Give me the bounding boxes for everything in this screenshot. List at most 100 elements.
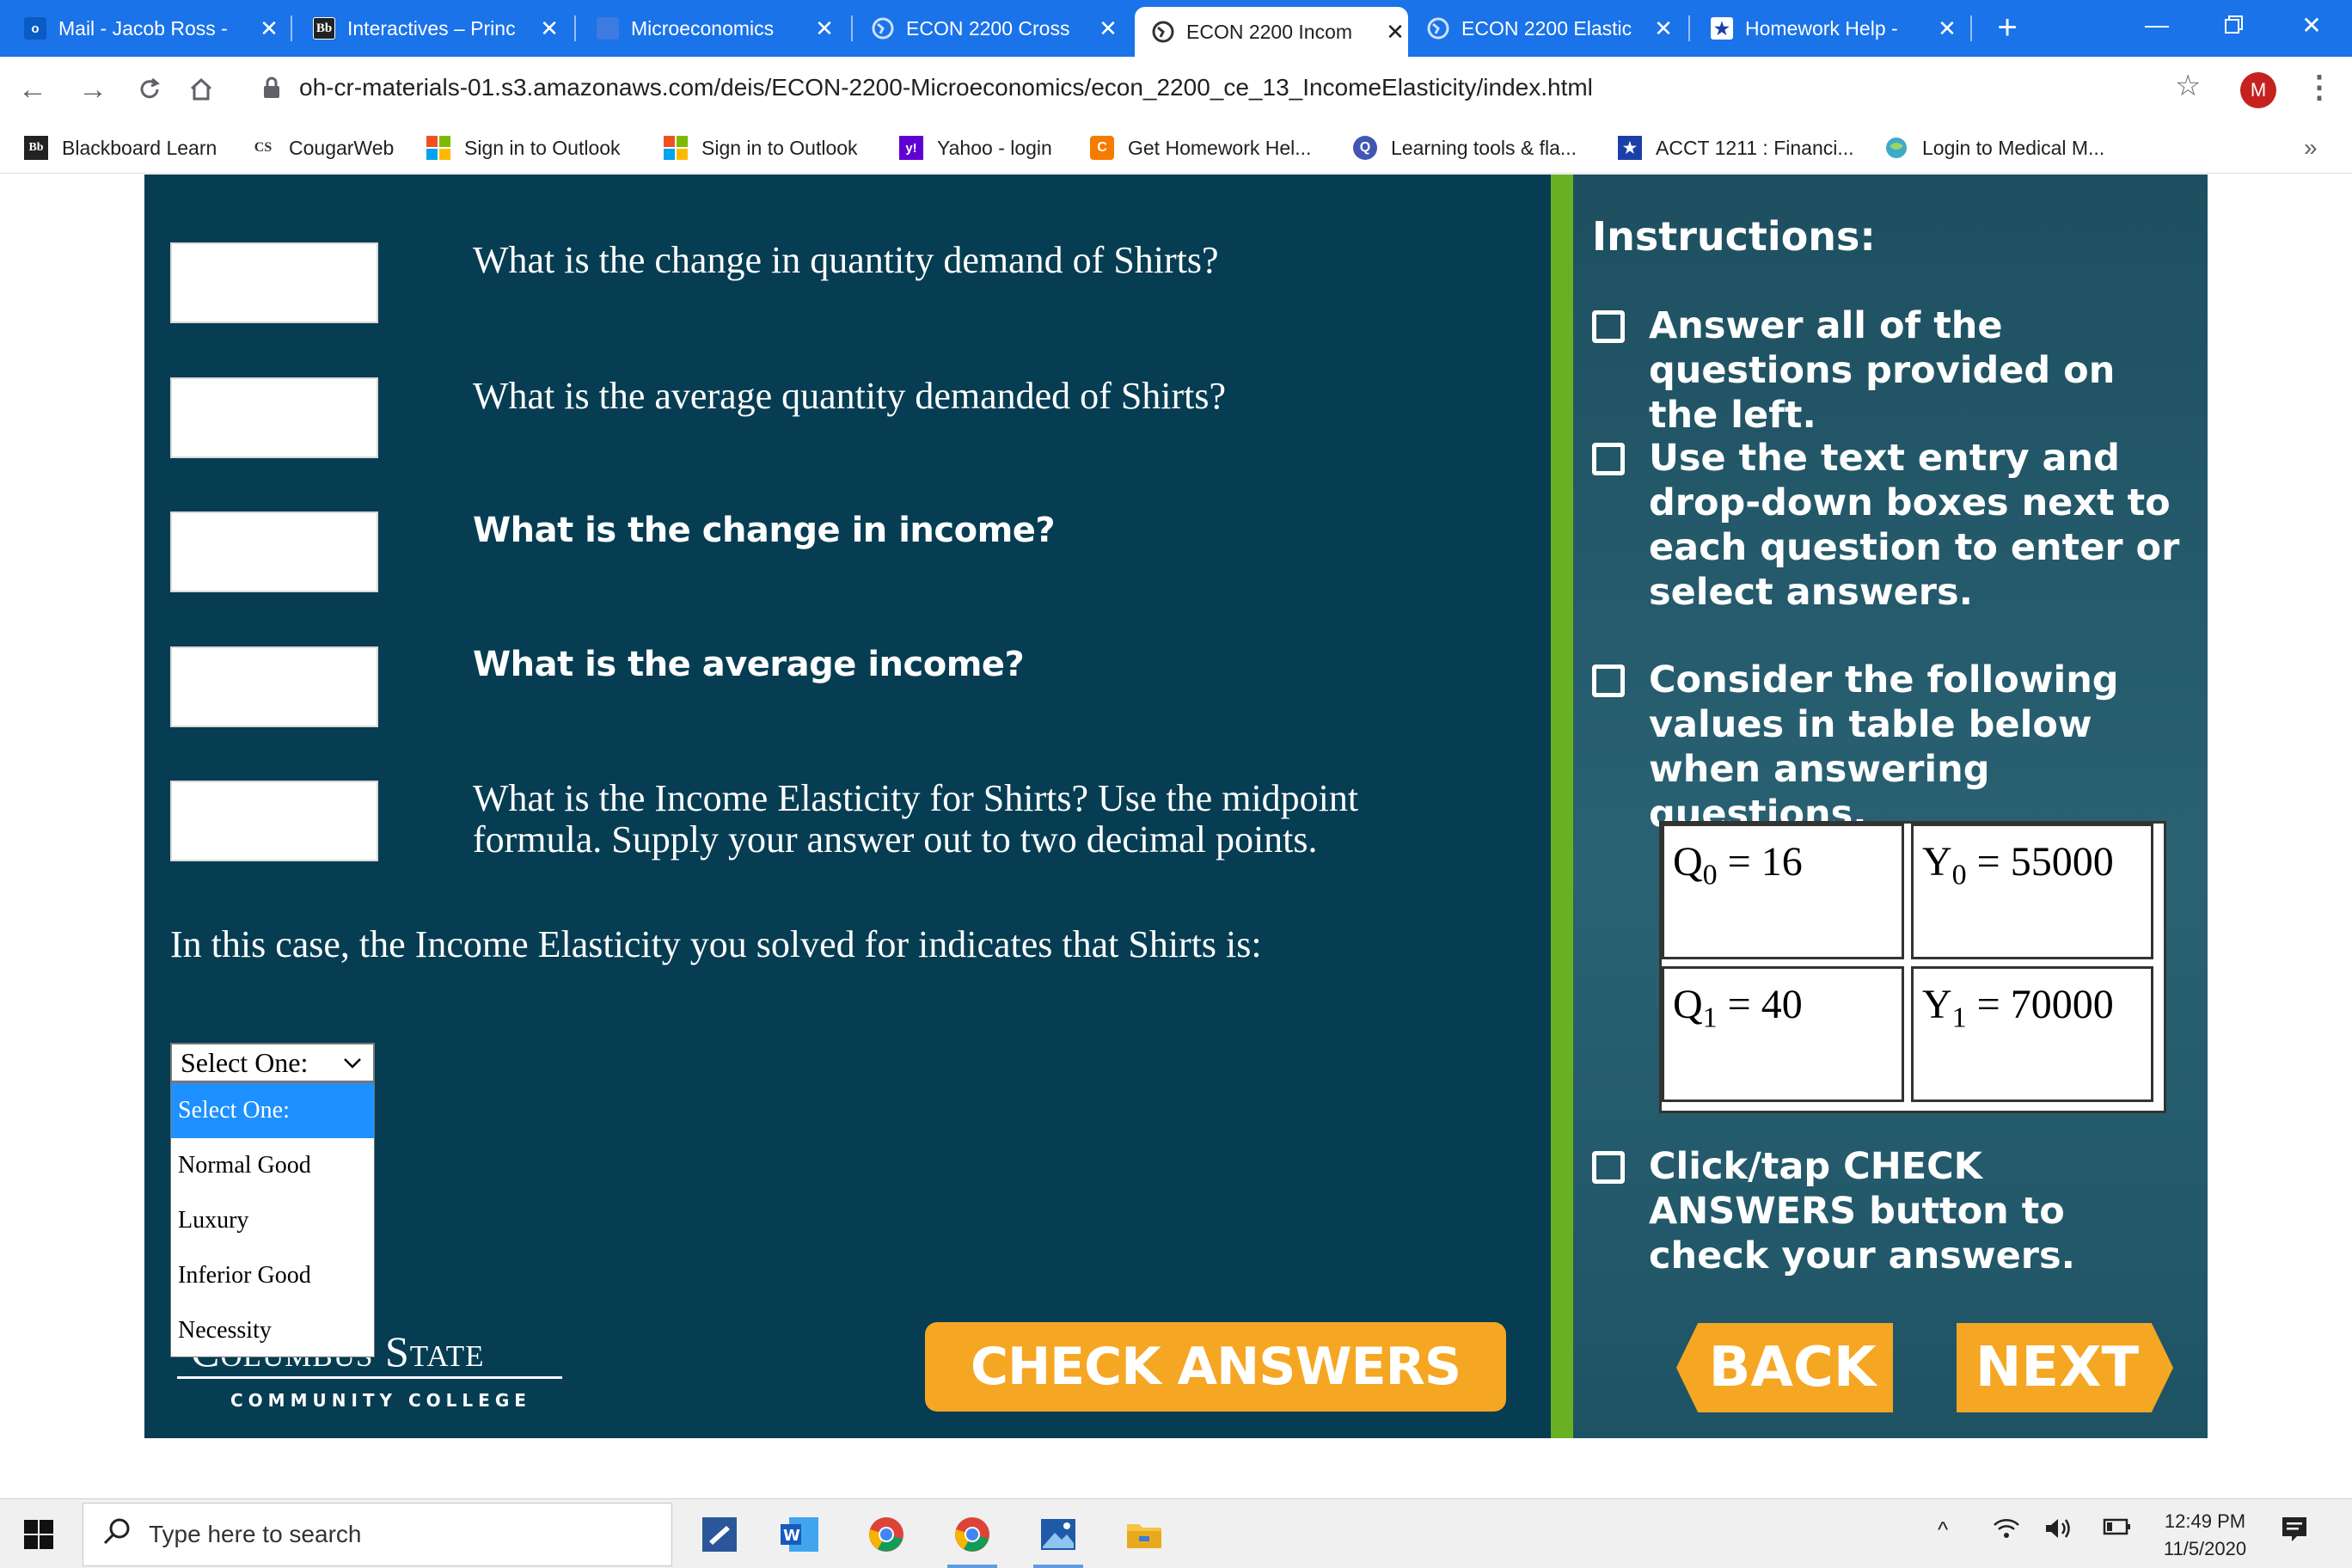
good-type-select[interactable]: Select One: [170,1043,375,1082]
instruction-text: Click/tap CHECK ANSWERS button to check … [1649,1145,2075,1277]
table-cell-y1: Y1 = 70000 [1911,966,2153,1102]
bookmark-outlook-2[interactable]: Sign in to Outlook [664,132,858,163]
tray-overflow-icon[interactable]: ^ [1938,1516,1948,1543]
taskbar-app-photos-icon[interactable] [1032,1508,1085,1568]
chevron-down-icon [340,1050,364,1075]
taskbar-app-chrome-icon[interactable] [860,1508,913,1561]
tab-interactives[interactable]: Bb Interactives – Princ ✕ [313,7,562,50]
answer-input-income-change[interactable] [170,511,378,592]
tab-separator [1688,15,1690,41]
tab-title: Microeconomics [631,16,775,40]
college-logo-subtitle: COMMUNITY COLLEGE [230,1390,531,1411]
question-average-quantity: What is the average quantity demanded of… [473,375,1227,417]
option-select-one[interactable]: Select One: [171,1083,374,1138]
page-icon [597,17,619,40]
taskbar-clock[interactable]: 12:49 PM 11/5/2020 [2149,1508,2261,1563]
close-icon[interactable]: ✕ [1382,19,1408,46]
bookmark-label: ACCT 1211 : Financi... [1656,136,1854,159]
bookmark-acct[interactable]: ★ ACCT 1211 : Financi... [1618,132,1854,163]
profile-avatar[interactable]: M [2240,72,2276,108]
answer-input-income-elasticity[interactable] [170,781,378,861]
taskbar-app-file-explorer-icon[interactable] [1118,1508,1171,1561]
tab-homework-help[interactable]: ★ Homework Help - ✕ [1711,7,1960,50]
taskbar-app-whiteboard-icon[interactable] [693,1508,746,1561]
bookmark-blackboard[interactable]: Bb Blackboard Learn [24,132,217,163]
close-icon[interactable]: ✕ [536,15,562,42]
taskbar-app-word-icon[interactable]: W [774,1508,827,1561]
notifications-icon[interactable] [2280,1515,2309,1550]
quizlet-icon: Q [1353,136,1377,160]
good-type-options: Select One: Normal Good Luxury Inferior … [170,1082,375,1357]
bookmark-homework-help[interactable]: C Get Homework Hel... [1090,132,1311,163]
close-icon[interactable]: ✕ [1934,15,1960,42]
wifi-icon[interactable] [1993,1516,2020,1547]
answer-input-average-quantity[interactable] [170,377,378,458]
option-normal-good[interactable]: Normal Good [171,1138,374,1193]
close-icon[interactable]: ✕ [256,15,282,42]
tab-econ-elastic[interactable]: ECON 2200 Elastic ✕ [1427,7,1676,50]
windows-start-icon[interactable] [24,1520,53,1549]
values-table: Q0 = 16 Y0 = 55000 Q1 = 40 Y1 = 70000 [1659,821,2166,1113]
star-icon: ★ [1711,17,1733,40]
tab-microeconomics[interactable]: Microeconomics ✕ [597,7,837,50]
lock-icon[interactable] [262,76,281,100]
bookmark-star-icon[interactable]: ☆ [2175,69,2201,103]
tab-separator [851,15,853,41]
tab-econ-income[interactable]: ECON 2200 Incom ✕ [1135,7,1408,57]
tab-title: ECON 2200 Elastic [1461,16,1632,40]
new-tab-icon[interactable]: + [1990,10,2024,45]
tab-title: ECON 2200 Incom [1186,20,1353,43]
table-cell-q1: Q1 = 40 [1662,966,1904,1102]
home-icon[interactable] [181,69,222,110]
select-value: Select One: [181,1046,309,1078]
panel-divider [1551,175,1573,1438]
forward-arrow-icon[interactable]: → [72,69,113,110]
answer-input-average-income[interactable] [170,646,378,727]
check-answers-button[interactable]: CHECK ANSWERS [925,1322,1506,1412]
taskbar-search[interactable]: Type here to search [83,1503,672,1566]
close-icon[interactable]: ✕ [1651,15,1676,42]
option-inferior-good[interactable]: Inferior Good [171,1248,374,1303]
svg-text:W: W [783,1527,800,1545]
back-arrow-icon[interactable]: ← [12,69,53,110]
bookmark-cougarweb[interactable]: CS CougarWeb [251,132,395,163]
battery-icon[interactable] [2103,1516,2132,1543]
taskbar-app-chrome-open-icon[interactable] [946,1508,999,1568]
bookmark-label: Get Homework Hel... [1128,136,1312,159]
page-content: What is the change in quantity demand of… [0,175,2352,1498]
speaker-icon[interactable] [2044,1516,2073,1547]
star-icon: ★ [1618,136,1642,160]
option-luxury[interactable]: Luxury [171,1193,374,1248]
address-bar[interactable]: oh-cr-materials-01.s3.amazonaws.com/deis… [299,74,1593,101]
case-prompt: In this case, the Income Elasticity you … [170,923,1262,965]
search-icon [102,1516,132,1553]
instruction-item: Consider the following values in table b… [1592,658,2194,836]
close-window-icon[interactable]: ✕ [2273,0,2350,50]
minimize-icon[interactable]: — [2118,0,2196,50]
bookmark-label: Learning tools & fla... [1391,136,1577,159]
restore-icon[interactable] [2196,0,2273,50]
blackboard-icon: Bb [313,17,335,40]
reload-icon[interactable] [129,69,170,110]
bookmark-outlook-1[interactable]: Sign in to Outlook [426,132,621,163]
question-quantity-change: What is the change in quantity demand of… [473,239,1219,281]
bookmark-label: Login to Medical M... [1922,136,2105,159]
table-cell-y0: Y0 = 55000 [1911,824,2153,959]
close-icon[interactable]: ✕ [812,15,837,42]
bookmark-medical[interactable]: Login to Medical M... [1884,132,2104,163]
next-button[interactable]: NEXT [1957,1323,2173,1412]
bookmark-learning-tools[interactable]: Q Learning tools & fla... [1353,132,1577,163]
option-necessity[interactable]: Necessity [171,1303,374,1358]
bookmark-label: Sign in to Outlook [701,136,858,159]
tab-title: Homework Help - [1745,16,1898,40]
back-button[interactable]: BACK [1676,1323,1893,1412]
question-income-elasticity: What is the Income Elasticity for Shirts… [473,777,1359,861]
tab-econ-cross[interactable]: ECON 2200 Cross ✕ [872,7,1121,50]
menu-icon[interactable]: ⋮ [2304,69,2335,105]
instructions-panel: Instructions: Answer all of the question… [1573,175,2208,1438]
tab-mail[interactable]: o Mail - Jacob Ross - ✕ [24,7,282,50]
bookmark-yahoo[interactable]: y! Yahoo - login [899,132,1052,163]
answer-input-quantity-change[interactable] [170,242,378,323]
bookmarks-overflow-icon[interactable]: » [2304,134,2318,162]
close-icon[interactable]: ✕ [1095,15,1121,42]
